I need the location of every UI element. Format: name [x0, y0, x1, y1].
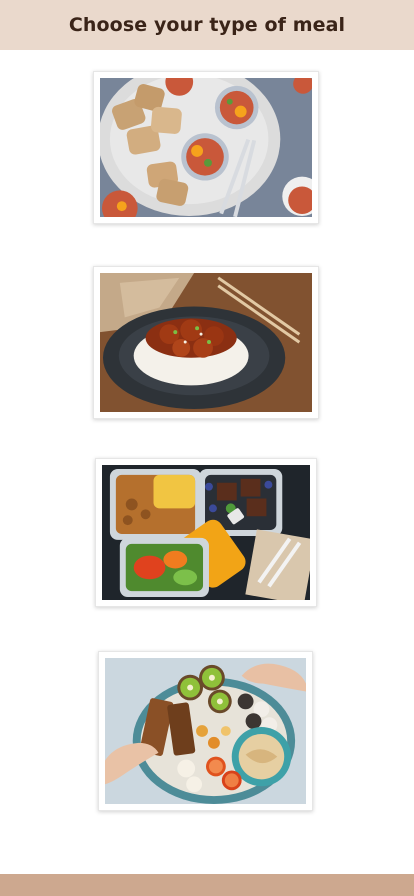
- breakfast-eggs-toast-photo: [100, 78, 312, 217]
- meal-option-snack-platter[interactable]: [98, 651, 313, 811]
- meal-prep-containers-photo: [102, 465, 310, 600]
- meal-option-chicken-rice[interactable]: [93, 266, 319, 419]
- header-bar: Choose your type of meal: [0, 0, 414, 50]
- footer-bar: [0, 874, 414, 896]
- meal-option-meal-prep[interactable]: [95, 458, 317, 607]
- meal-option-breakfast[interactable]: [93, 71, 319, 224]
- page-title: Choose your type of meal: [68, 14, 346, 36]
- chicken-rice-bowl-photo: [100, 273, 312, 412]
- snack-platter-photo: [105, 658, 306, 804]
